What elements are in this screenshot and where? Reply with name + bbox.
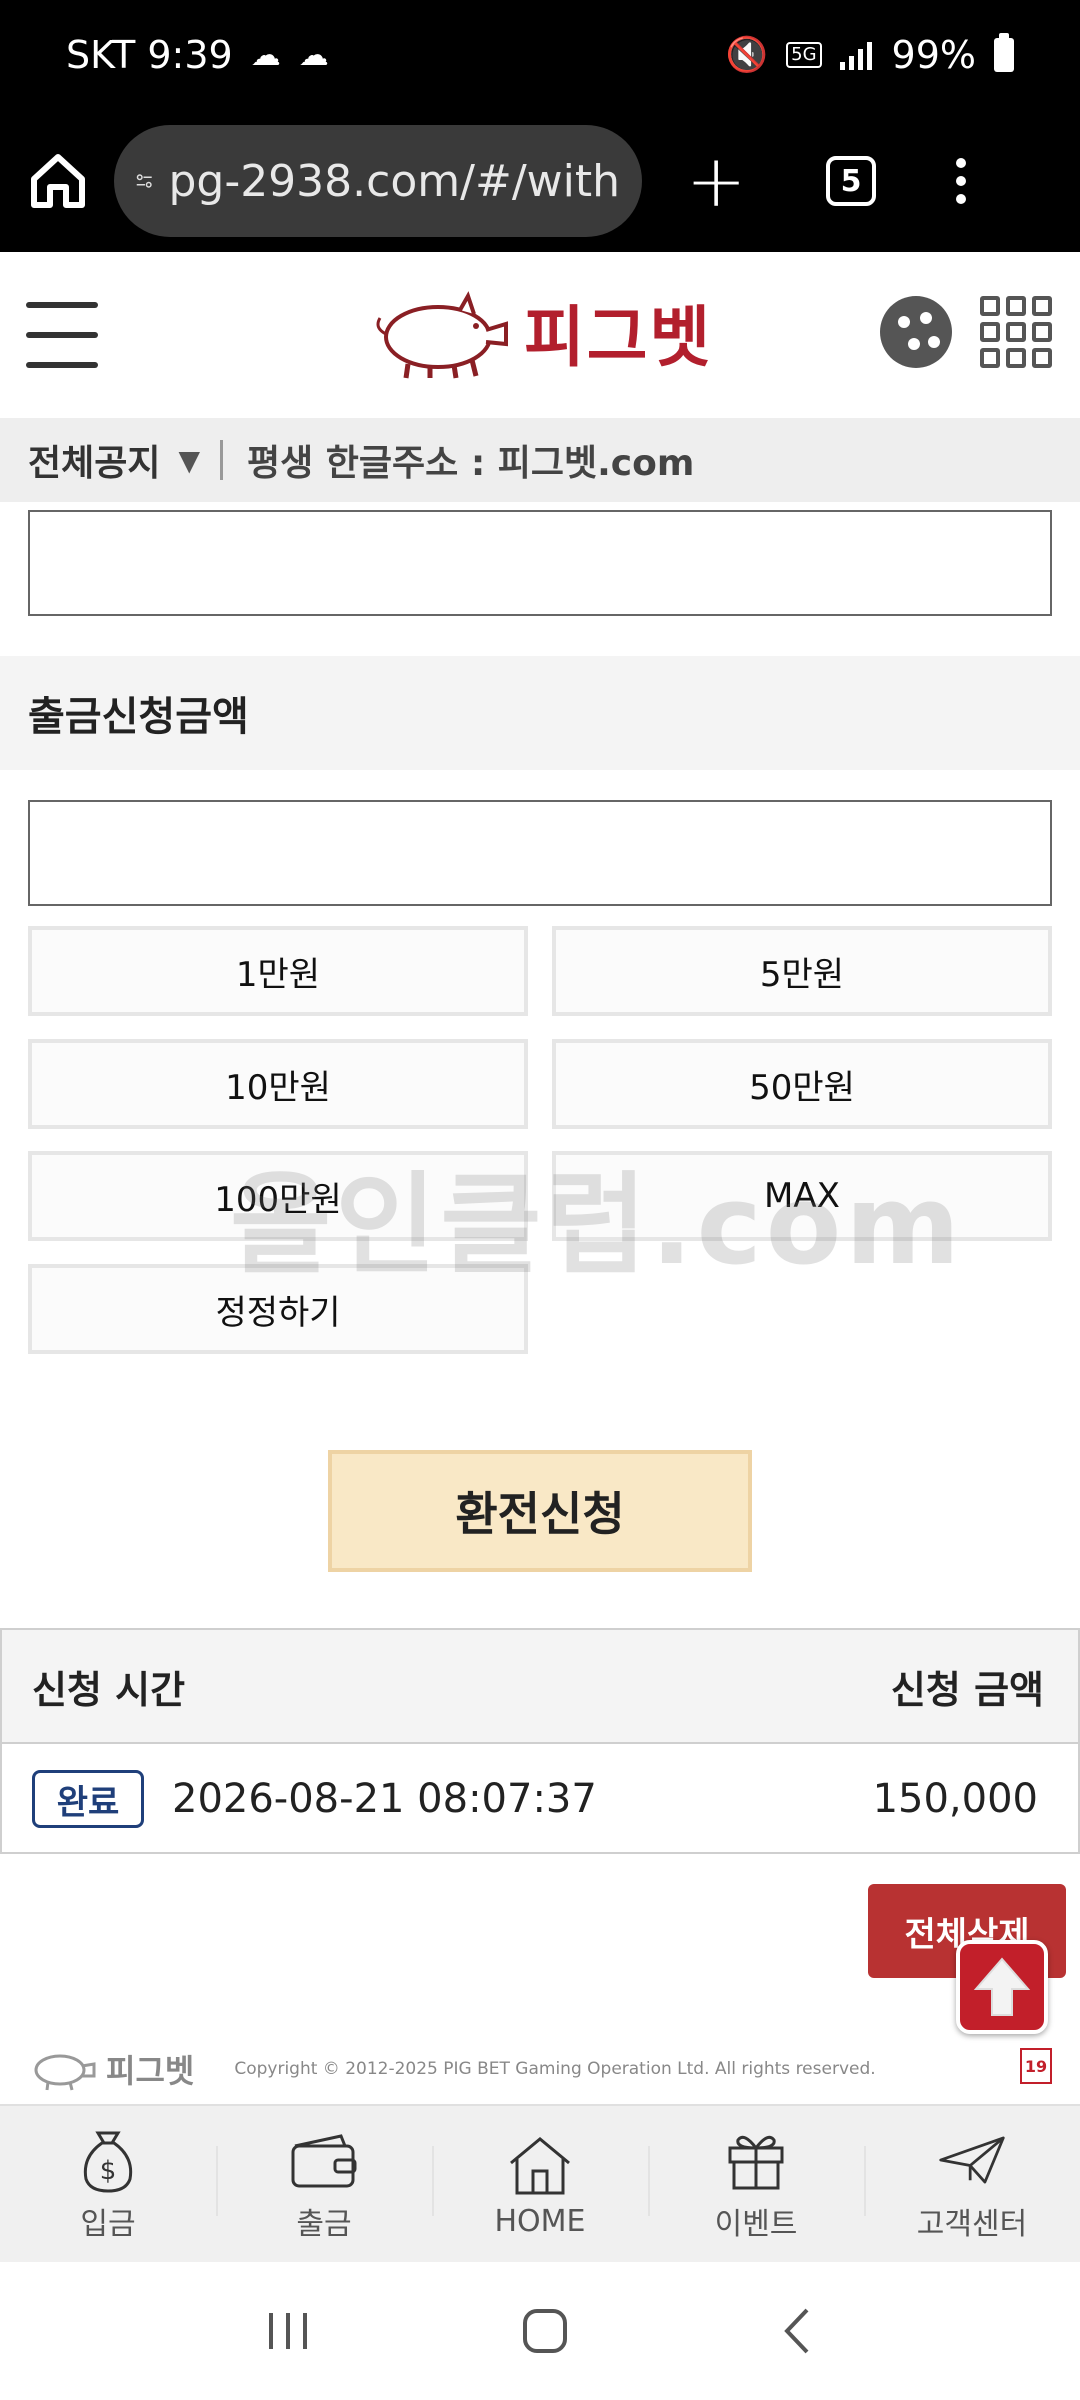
home-icon[interactable] (26, 149, 90, 213)
footer-logo-text: 피그벳 (106, 2052, 195, 2090)
column-amount: 신청 금액 (890, 1667, 1044, 1712)
battery-percent: 99% (891, 33, 976, 77)
amount-input[interactable] (28, 800, 1052, 906)
request-time: 2026-08-21 08:07:37 (172, 1776, 597, 1822)
caret-down-icon[interactable]: ▼ (178, 444, 200, 477)
nav-label: 출금 (296, 2207, 352, 2242)
money-bag-icon: $ (73, 2125, 143, 2195)
site-settings-icon[interactable] (136, 161, 152, 201)
nav-label: 고객센터 (916, 2207, 1028, 2242)
cookie-icon[interactable] (880, 296, 952, 368)
bottom-navigation: $ 입금 출금 HOME 이벤트 고객센터 (0, 2104, 1080, 2262)
system-navigation (0, 2262, 1080, 2400)
status-bar: SKT 9:39 ☁ ☁ 🔇 5G 99% (0, 0, 1080, 110)
back-icon[interactable] (777, 2306, 817, 2356)
amount-button-1m[interactable]: 100만원 (28, 1151, 528, 1241)
battery-icon (994, 33, 1014, 72)
svg-text:$: $ (100, 2156, 117, 2186)
home-icon (505, 2130, 575, 2200)
divider (220, 440, 224, 480)
copyright-text: Copyright © 2012-2025 PIG BET Gaming Ope… (234, 2059, 876, 2079)
column-time: 신청 시간 (32, 1667, 186, 1712)
more-menu-icon[interactable] (956, 158, 966, 204)
table-row: 완료 2026-08-21 08:07:37 150,000 (2, 1744, 1078, 1854)
recent-apps-icon[interactable] (263, 2309, 313, 2353)
address-bar[interactable]: pg-2938.com/#/with (114, 125, 642, 237)
amount-button-500k[interactable]: 50만원 (552, 1039, 1052, 1129)
amount-button-100k[interactable]: 10만원 (28, 1039, 528, 1129)
request-amount: 150,000 (872, 1776, 1038, 1822)
notice-bar[interactable]: 전체공지 ▼ 평생 한글주소 : 피그벳.com (0, 418, 1080, 502)
amount-button-50k[interactable]: 5만원 (552, 926, 1052, 1016)
site-logo[interactable]: 피그벳 (368, 282, 712, 382)
tab-switcher-button[interactable]: 5 (826, 156, 876, 206)
nav-deposit[interactable]: $ 입금 (0, 2106, 216, 2262)
table-header: 신청 시간 신청 금액 (2, 1630, 1078, 1744)
status-badge: 완료 (32, 1770, 144, 1828)
pig-logo-icon (34, 2054, 96, 2091)
apps-grid-icon[interactable] (980, 296, 1052, 368)
network-badge: 5G (786, 42, 822, 68)
footer: 피그벳 Copyright © 2012-2025 PIG BET Gaming… (0, 2028, 1080, 2110)
mute-icon: 🔇 (725, 35, 769, 75)
amount-button-max[interactable]: MAX (552, 1151, 1052, 1241)
reset-amount-button[interactable]: 정정하기 (28, 1264, 528, 1354)
cloud-icon: ☁ (298, 37, 329, 73)
account-input[interactable] (28, 510, 1052, 616)
wallet-icon (289, 2125, 359, 2195)
gift-icon (721, 2125, 791, 2195)
signal-icon (839, 42, 872, 70)
withdraw-history-table: 신청 시간 신청 금액 완료 2026-08-21 08:07:37 150,0… (0, 1628, 1080, 1854)
new-tab-button[interactable]: + (686, 145, 746, 217)
amount-button-10k[interactable]: 1만원 (28, 926, 528, 1016)
nav-label: 이벤트 (714, 2207, 798, 2242)
age-restriction-badge: 19 (1020, 2048, 1052, 2084)
nav-home[interactable]: HOME (432, 2106, 648, 2262)
withdraw-submit-button[interactable]: 환전신청 (328, 1450, 752, 1572)
nav-label: HOME (494, 2203, 586, 2239)
carrier-time: SKT 9:39 (66, 33, 233, 77)
pig-logo-icon (376, 291, 508, 379)
notice-category[interactable]: 전체공지 (28, 434, 160, 486)
cloud-icon: ☁ (250, 37, 281, 73)
arrow-up-icon (973, 1957, 1031, 2016)
notice-text: 평생 한글주소 : 피그벳.com (247, 443, 695, 484)
nav-label: 입금 (80, 2207, 136, 2242)
nav-event[interactable]: 이벤트 (648, 2106, 864, 2262)
paper-plane-icon (937, 2125, 1007, 2195)
system-home-icon[interactable] (520, 2306, 570, 2356)
scroll-top-button[interactable] (956, 1940, 1048, 2034)
nav-withdraw[interactable]: 출금 (216, 2106, 432, 2262)
url-text: pg-2938.com/#/with (168, 155, 620, 207)
nav-support[interactable]: 고객센터 (864, 2106, 1080, 2262)
browser-toolbar: pg-2938.com/#/with + 5 (0, 110, 1080, 252)
menu-icon[interactable] (26, 302, 98, 368)
logo-text: 피그벳 (524, 299, 713, 376)
site-header: 피그벳 (0, 252, 1080, 418)
amount-section-title: 출금신청금액 (0, 656, 1080, 770)
